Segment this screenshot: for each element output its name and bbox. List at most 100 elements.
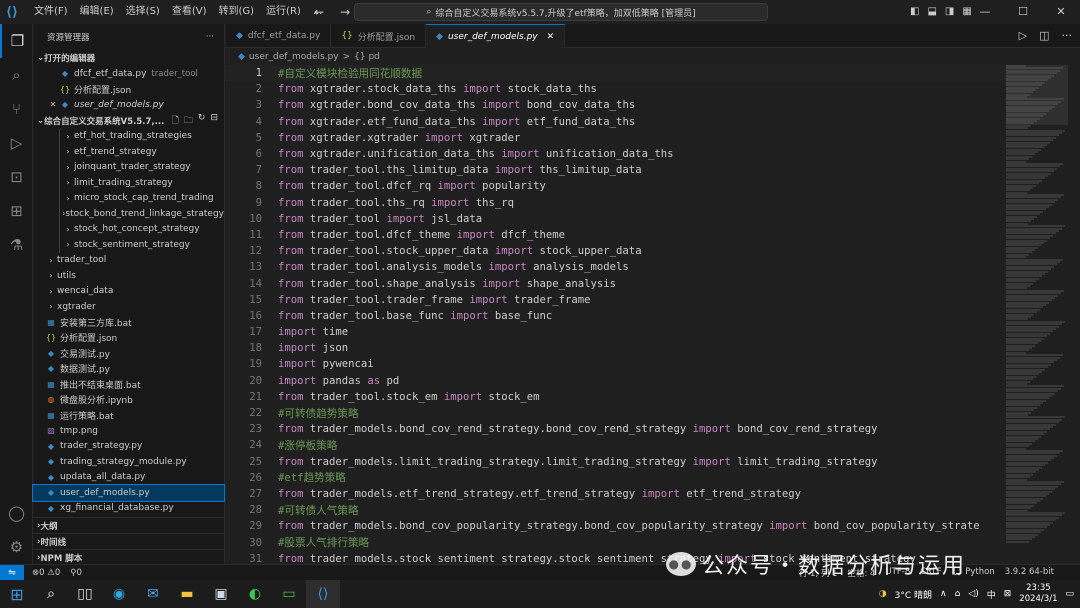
breadcrumb-symbol[interactable]: {} pd (354, 52, 380, 62)
open-editor-item[interactable]: ◆ dfcf_etf_data.py trader_tool (33, 66, 224, 82)
command-center[interactable]: ⌕ 综合自定义交易系统v5.5.7,升级了etf策略，加双低策略 [管理员] (354, 3, 768, 21)
clock[interactable]: 23:35 2024/3/1 (1019, 583, 1057, 605)
accounts-icon[interactable]: ◯ (0, 496, 33, 530)
menu-item[interactable]: 选择(S) (120, 0, 166, 24)
file-item[interactable]: ◆ xg_financial_database.py (33, 501, 224, 517)
menu-item[interactable]: 运行(R) (260, 0, 307, 24)
file-item[interactable]: ▦ 运行策略.bat (33, 408, 224, 424)
minimap[interactable] (1006, 65, 1068, 564)
windows-start-icon[interactable]: ⊞ (0, 580, 34, 608)
file-item[interactable]: {} 分析配置.json (33, 330, 224, 346)
run-icon[interactable]: ▷ (1019, 24, 1027, 48)
file-item[interactable]: ◆ 交易测试.py (33, 346, 224, 362)
ports-status[interactable]: ⚲0 (70, 568, 82, 578)
sidebar-footer-section[interactable]: › 大纲 (33, 517, 225, 533)
folder-item[interactable]: › wencai_data (33, 284, 224, 300)
folder-item[interactable]: › stock_sentiment_strategy (33, 237, 224, 253)
sidebar-footer-section[interactable]: › 时间线 (33, 533, 225, 549)
manage-gear-icon[interactable]: ⚙ (0, 530, 33, 564)
menu-item[interactable]: 编辑(E) (74, 0, 120, 24)
toggle-sidebar-icon[interactable]: ◧ (910, 0, 919, 24)
interpreter-version[interactable]: 3.9.2 64-bit (1005, 567, 1054, 579)
weather-text[interactable]: 3°C 晴朗 (895, 588, 932, 601)
minimize-icon[interactable]: — (966, 0, 1004, 24)
network-icon[interactable]: ⌂ (955, 589, 961, 599)
input-mode-icon[interactable]: ⊠ (1004, 589, 1012, 599)
problems-status[interactable]: ⊗0 ⚠0 (32, 568, 60, 578)
file-explorer-icon[interactable]: ▬ (170, 580, 204, 608)
editor-tab[interactable]: ◆ user_def_models.py ✕ (426, 24, 566, 48)
toggle-panel-icon[interactable]: ⬓ (927, 0, 936, 24)
editor-tab[interactable]: ◆ dfcf_etf_data.py (226, 24, 332, 48)
open-editor-item[interactable]: ✕ ◆ user_def_models.py (33, 97, 224, 113)
folder-item[interactable]: › etf_hot_trading_strategies (33, 128, 224, 144)
task-view-icon[interactable]: ▯▯ (68, 580, 102, 608)
run-debug-icon[interactable]: ▷ (0, 126, 33, 160)
remote-explorer-icon[interactable]: ⊡ (0, 160, 33, 194)
more-icon[interactable]: ··· (1062, 24, 1073, 48)
editor-tab[interactable]: {} 分析配置.json (331, 24, 427, 48)
new-file-icon[interactable]: 🗋 (172, 113, 179, 129)
menu-item[interactable]: 文件(F) (28, 0, 74, 24)
file-item[interactable]: ◍ 微盘股分析.ipynb (33, 392, 224, 408)
notification-icon[interactable]: ▭ (1065, 589, 1074, 599)
mail-icon[interactable]: ✉ (136, 580, 170, 608)
source-control-icon[interactable]: ⑂ (0, 92, 33, 126)
more-actions-icon[interactable]: ··· (206, 32, 214, 42)
open-editors-header[interactable]: ⌄ 打开的编辑器 (33, 50, 224, 66)
image-file-icon: ▨ (47, 426, 55, 436)
toggle-secondary-sidebar-icon[interactable]: ◨ (945, 0, 954, 24)
breadcrumb-file[interactable]: user_def_models.py (249, 52, 339, 62)
testing-icon[interactable]: ⚗ (0, 228, 33, 262)
folder-item[interactable]: › utils (33, 268, 224, 284)
folder-item[interactable]: › stock_hot_concept_strategy (33, 221, 224, 237)
sidebar-footer-section[interactable]: › NPM 脚本 (33, 549, 225, 565)
close-tab-icon[interactable]: ✕ (547, 32, 555, 42)
forward-arrow-icon[interactable]: → (340, 0, 350, 24)
ime-indicator[interactable]: 中 (987, 588, 996, 601)
refresh-icon[interactable]: ↻ (198, 113, 206, 129)
back-arrow-icon[interactable]: ← (314, 0, 324, 24)
split-editor-icon[interactable]: ◫ (1039, 24, 1049, 48)
file-item[interactable]: ◆ updata_all_data.py (33, 470, 224, 486)
file-item[interactable]: ◆ trader_strategy.py (33, 439, 224, 455)
folder-item[interactable]: › micro_stock_cap_trend_trading (33, 190, 224, 206)
tray-chevron-icon[interactable]: ∧ (940, 589, 947, 599)
folder-item[interactable]: › stock_bond_trend_linkage_strategy (33, 206, 224, 222)
close-icon[interactable]: ✕ (1042, 0, 1080, 24)
editor-scrollbar[interactable] (1068, 65, 1080, 564)
vscode-taskbar-icon[interactable]: ⟨⟩ (306, 580, 340, 608)
file-item[interactable]: ◆ trading_strategy_module.py (33, 454, 224, 470)
file-item[interactable]: ◆ 数据测试.py (33, 361, 224, 377)
collapse-all-icon[interactable]: ⊟ (210, 113, 218, 129)
folder-item[interactable]: › trader_tool (33, 253, 224, 269)
menu-item[interactable]: 查看(V) (166, 0, 213, 24)
folder-item[interactable]: › etf_trend_strategy (33, 144, 224, 160)
file-item[interactable]: ▦ 推出不结束桌面.bat (33, 377, 224, 393)
store-icon[interactable]: ▣ (204, 580, 238, 608)
folder-item[interactable]: › joinquant_trader_strategy (33, 159, 224, 175)
extensions-icon[interactable]: ⊞ (0, 194, 33, 228)
open-editor-item[interactable]: {} 分析配置.json (33, 82, 224, 98)
maximize-icon[interactable]: ☐ (1004, 0, 1042, 24)
new-folder-icon[interactable]: 🗀 (184, 113, 193, 129)
volume-icon[interactable]: ◁) (968, 589, 978, 599)
file-item[interactable]: ▨ tmp.png (33, 423, 224, 439)
code-editor[interactable]: 1 #自定义模块检验用同花顺数据 2 from xgtrader.stock_data… (226, 65, 1006, 564)
remote-indicator-icon[interactable]: ⇋ (0, 564, 24, 581)
menu-item[interactable]: 转到(G) (213, 0, 261, 24)
close-icon[interactable]: ✕ (47, 100, 59, 109)
python-file-icon: ◆ (238, 51, 245, 62)
file-item[interactable]: ◆ user_def_models.py (32, 484, 225, 502)
folder-item[interactable]: › xgtrader (33, 299, 224, 315)
explorer-icon[interactable]: ❐ (0, 24, 33, 58)
minimap-slider[interactable] (1006, 65, 1068, 125)
project-root-header[interactable]: ⌄ 综合自定义交易系统V5.5.7,... 🗋 🗀 ↻ ⊟ (33, 113, 224, 129)
wechat-icon[interactable]: ◐ (238, 580, 272, 608)
terminal-app-icon[interactable]: ▭ (272, 580, 306, 608)
folder-item[interactable]: › limit_trading_strategy (33, 175, 224, 191)
search-icon[interactable]: ⌕ (0, 58, 33, 92)
search-icon[interactable]: ⌕ (34, 580, 68, 608)
file-item[interactable]: ▦ 安装第三方库.bat (33, 315, 224, 331)
edge-browser-icon[interactable]: ◉ (102, 580, 136, 608)
